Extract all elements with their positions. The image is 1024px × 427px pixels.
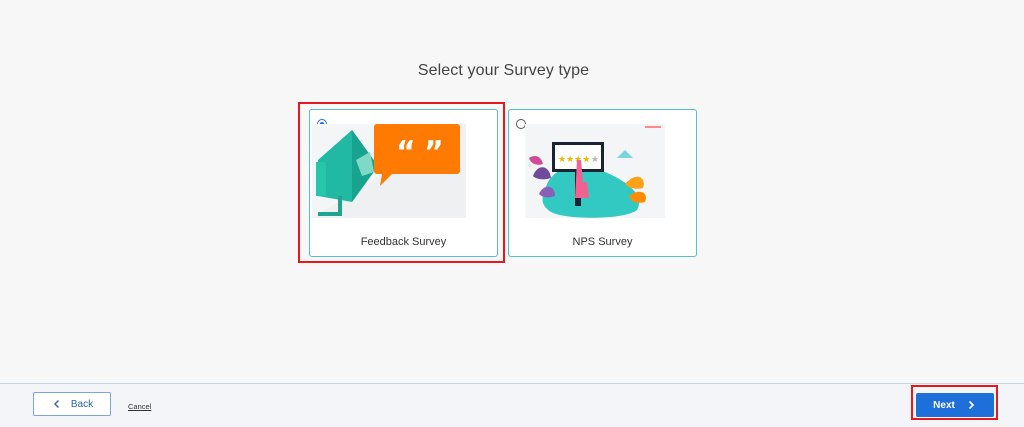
next-button[interactable]: Next xyxy=(916,393,994,417)
nps-survey-card[interactable]: ★★★★ ★ NPS Survey xyxy=(508,109,697,257)
megaphone-illustration: “ ” xyxy=(312,124,466,218)
back-button[interactable]: Back xyxy=(33,392,111,416)
svg-text:”: ” xyxy=(424,135,444,170)
svg-text:★★★★: ★★★★ xyxy=(558,155,590,165)
cancel-link[interactable]: Cancel xyxy=(128,402,151,411)
nps-survey-label: NPS Survey xyxy=(572,236,633,248)
back-button-label: Back xyxy=(70,398,94,410)
chevron-right-icon xyxy=(968,400,974,410)
feedback-survey-label: Feedback Survey xyxy=(360,236,447,248)
next-button-label: Next xyxy=(933,399,955,411)
svg-text:“: “ xyxy=(396,135,416,170)
page-title: Select your Survey type xyxy=(417,62,590,79)
feedback-survey-card[interactable]: “ ” Feedback Survey xyxy=(309,109,498,257)
wizard-footer: Back Cancel Next xyxy=(0,383,1024,427)
rating-tablet-illustration: ★★★★ ★ xyxy=(525,124,665,218)
chevron-left-icon xyxy=(53,400,59,408)
svg-text:★: ★ xyxy=(591,155,599,165)
